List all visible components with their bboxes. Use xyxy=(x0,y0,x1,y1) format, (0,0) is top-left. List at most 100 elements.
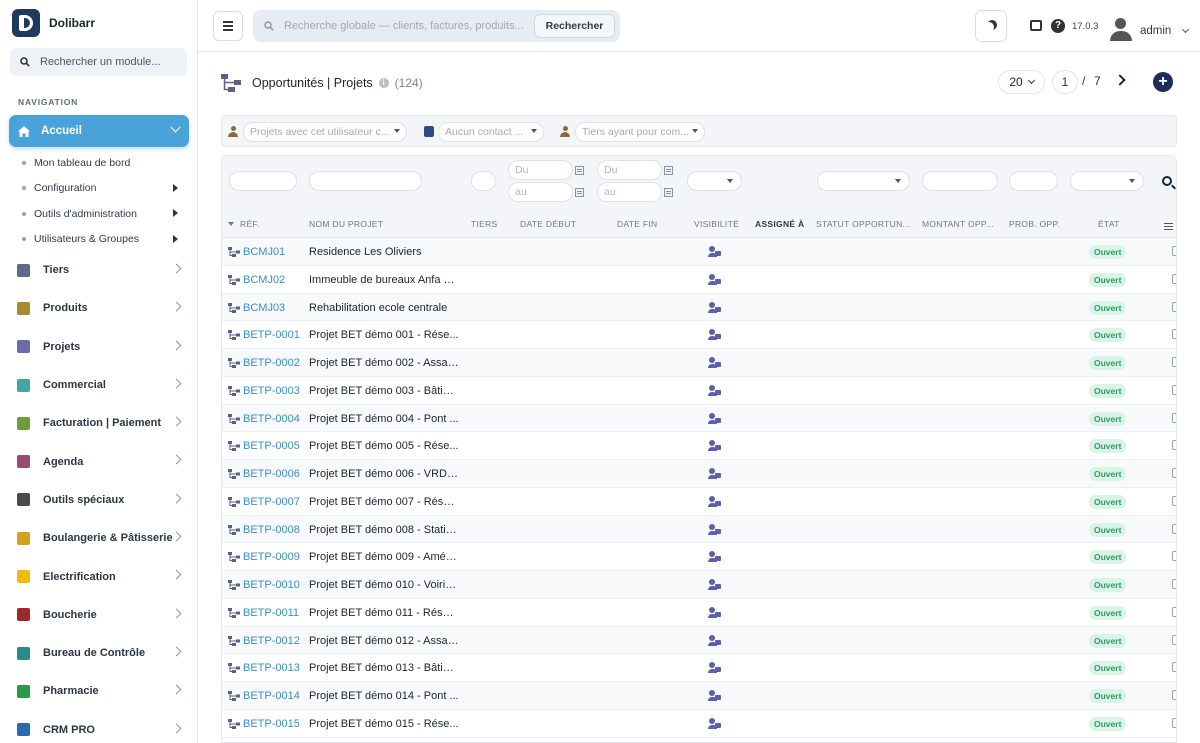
contact-filter-select[interactable]: Aucun contact ... xyxy=(438,122,544,142)
calendar-icon[interactable] xyxy=(575,166,584,175)
sidebar-item-9[interactable]: Boucherie xyxy=(0,596,197,634)
print-icon[interactable] xyxy=(1030,20,1042,31)
project-ref-link[interactable]: BCMJ03 xyxy=(243,302,285,314)
brand[interactable]: Dolibarr xyxy=(12,9,95,37)
row-checkbox[interactable] xyxy=(1172,523,1176,534)
module-search-input[interactable] xyxy=(40,56,180,68)
sidebar-item-12[interactable]: CRM PRO xyxy=(0,711,197,743)
col-end-date[interactable]: DATE FIN xyxy=(617,219,658,229)
project-ref-link[interactable]: BETP-0010 xyxy=(243,579,300,591)
sidebar-item-0[interactable]: Tiers xyxy=(0,251,197,289)
col-opp-amount[interactable]: MONTANT OPP... xyxy=(922,219,994,229)
col-thirdparty[interactable]: TIERS xyxy=(471,219,498,229)
col-start-date[interactable]: DATE DÉBUT xyxy=(520,219,576,229)
opp-status-filter-select[interactable] xyxy=(817,171,910,191)
col-visibility[interactable]: VISIBILITÉ xyxy=(694,219,739,229)
col-opp-prob[interactable]: PROB. OPP. xyxy=(1009,219,1060,229)
end-date-from-input[interactable]: Du xyxy=(597,160,662,180)
col-opp-status[interactable]: STATUT OPPORTUN... xyxy=(816,219,911,229)
row-checkbox[interactable] xyxy=(1172,495,1176,506)
row-checkbox[interactable] xyxy=(1172,717,1176,728)
project-ref-link[interactable]: BETP-0007 xyxy=(243,496,300,508)
col-assigned[interactable]: ASSIGNÉ À xyxy=(755,219,804,229)
thirdparty-filter-input[interactable] xyxy=(471,171,496,191)
info-icon[interactable]: i xyxy=(378,78,389,88)
add-project-button[interactable]: + xyxy=(1153,72,1173,92)
project-ref-link[interactable]: BETP-0014 xyxy=(243,690,300,702)
sidebar-item-8[interactable]: Electrification xyxy=(0,557,197,595)
sidebar-item-accueil[interactable]: Accueil xyxy=(9,115,189,147)
state-filter-select[interactable] xyxy=(1070,171,1144,191)
row-checkbox[interactable] xyxy=(1172,246,1176,256)
row-checkbox[interactable] xyxy=(1172,690,1176,700)
row-checkbox[interactable] xyxy=(1172,468,1176,478)
row-checkbox[interactable] xyxy=(1172,301,1176,312)
sidebar-item-6[interactable]: Outils spéciaux xyxy=(0,481,197,519)
project-ref-link[interactable]: BETP-0004 xyxy=(243,413,300,425)
ref-filter-input[interactable] xyxy=(229,171,297,191)
subitem-users-groups[interactable]: Utilisateurs & Groupes xyxy=(0,227,197,253)
column-selector-icon[interactable] xyxy=(1164,223,1173,230)
project-ref-link[interactable]: BCMJ01 xyxy=(243,246,285,258)
project-ref-link[interactable]: BETP-0005 xyxy=(243,440,300,452)
sidebar-item-5[interactable]: Agenda xyxy=(0,442,197,480)
current-page-input[interactable]: 1 xyxy=(1052,70,1078,94)
calendar-icon[interactable] xyxy=(664,166,673,175)
project-ref-link[interactable]: BETP-0003 xyxy=(243,385,300,397)
calendar-icon[interactable] xyxy=(664,188,673,197)
global-search[interactable]: Rechercher xyxy=(253,10,620,42)
start-date-to-input[interactable]: au xyxy=(508,182,573,202)
col-state[interactable]: ÉTAT xyxy=(1098,219,1120,229)
help-icon[interactable]: ? xyxy=(1051,19,1065,33)
sidebar-item-4[interactable]: Facturation | Paiement xyxy=(0,404,197,442)
opp-prob-filter-input[interactable] xyxy=(1009,171,1058,191)
row-checkbox[interactable] xyxy=(1172,551,1176,562)
sidebar-item-11[interactable]: Pharmacie xyxy=(0,672,197,710)
page-size-select[interactable]: 20 xyxy=(998,70,1045,94)
sidebar-item-1[interactable]: Produits xyxy=(0,289,197,327)
row-checkbox[interactable] xyxy=(1172,412,1176,423)
col-name[interactable]: NOM DU PROJET xyxy=(309,219,383,229)
col-ref[interactable]: RÉF. xyxy=(240,219,260,229)
sidebar-item-10[interactable]: Bureau de Contrôle xyxy=(0,634,197,672)
dark-mode-button[interactable] xyxy=(975,10,1007,42)
project-ref-link[interactable]: BETP-0015 xyxy=(243,718,300,730)
menu-toggle-button[interactable] xyxy=(213,11,243,41)
project-ref-link[interactable]: BETP-0011 xyxy=(243,607,299,619)
module-search[interactable] xyxy=(10,48,187,76)
sidebar-item-3[interactable]: Commercial xyxy=(0,366,197,404)
avatar[interactable] xyxy=(1110,18,1132,42)
row-checkbox[interactable] xyxy=(1172,579,1176,589)
subitem-dashboard[interactable]: Mon tableau de bord xyxy=(0,150,197,176)
project-ref-link[interactable]: BETP-0008 xyxy=(243,524,300,536)
sort-caret-icon[interactable] xyxy=(228,222,234,226)
opp-amount-filter-input[interactable] xyxy=(922,171,998,191)
sidebar-item-7[interactable]: Boulangerie & Pâtisserie xyxy=(0,519,197,557)
sidebar-item-2[interactable]: Projets xyxy=(0,328,197,366)
chevron-down-icon[interactable] xyxy=(1181,25,1190,34)
global-search-button[interactable]: Rechercher xyxy=(534,14,615,38)
project-ref-link[interactable]: BETP-0012 xyxy=(243,635,300,647)
project-ref-link[interactable]: BETP-0001 xyxy=(243,329,300,341)
project-ref-link[interactable]: BETP-0013 xyxy=(243,662,300,674)
project-ref-link[interactable]: BETP-0009 xyxy=(243,551,300,563)
row-checkbox[interactable] xyxy=(1172,606,1176,617)
subitem-admin-tools[interactable]: Outils d'administration xyxy=(0,201,197,227)
next-page-icon[interactable] xyxy=(1114,74,1126,86)
row-checkbox[interactable] xyxy=(1172,662,1176,673)
user-menu-label[interactable]: admin xyxy=(1140,25,1171,37)
row-checkbox[interactable] xyxy=(1172,357,1176,367)
name-filter-input[interactable] xyxy=(309,171,422,191)
project-ref-link[interactable]: BETP-0006 xyxy=(243,468,300,480)
thirdparty-filter-select[interactable]: Tiers ayant pour com... xyxy=(575,122,705,142)
row-checkbox[interactable] xyxy=(1172,440,1176,451)
row-checkbox[interactable] xyxy=(1172,329,1176,340)
search-icon[interactable] xyxy=(1162,176,1172,186)
row-checkbox[interactable] xyxy=(1172,273,1176,284)
end-date-to-input[interactable]: au xyxy=(597,182,662,202)
user-filter-select[interactable]: Projets avec cet utilisateur c... xyxy=(243,122,407,142)
subitem-configuration[interactable]: Configuration xyxy=(0,176,197,202)
row-checkbox[interactable] xyxy=(1172,384,1176,395)
start-date-from-input[interactable]: Du xyxy=(508,160,573,180)
calendar-icon[interactable] xyxy=(575,188,584,197)
